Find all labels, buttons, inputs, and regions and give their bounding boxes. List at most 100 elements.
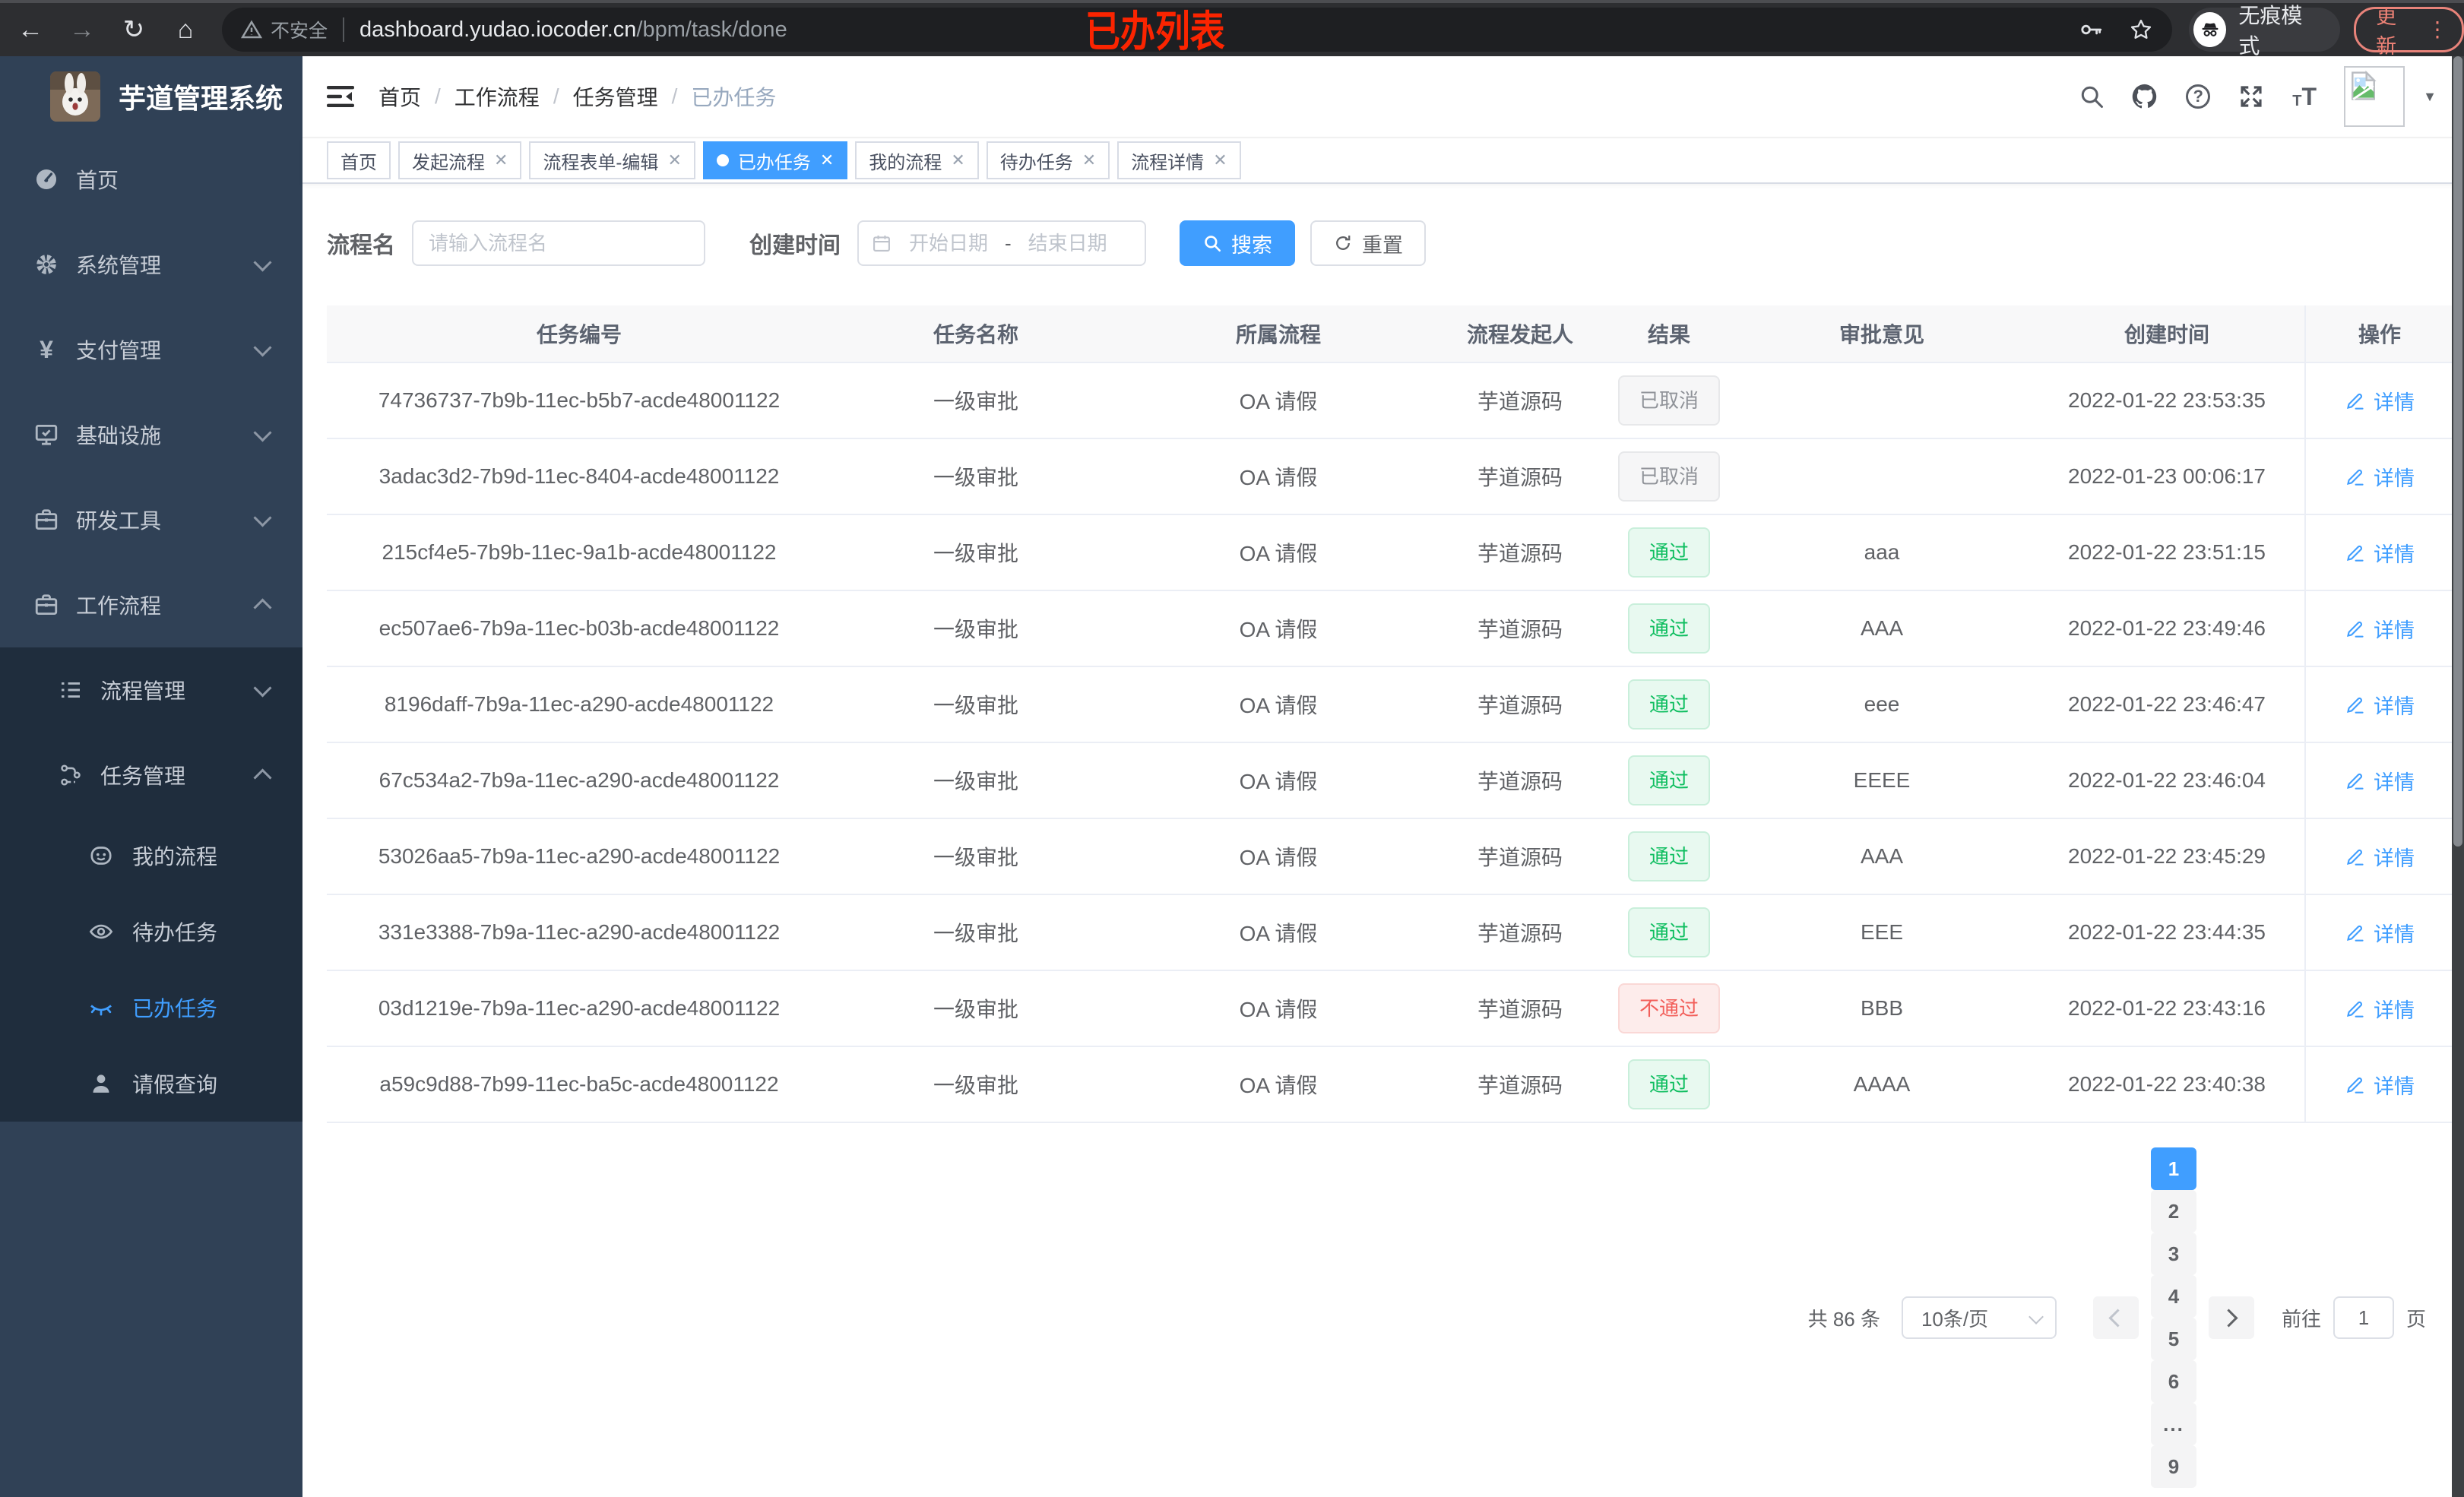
cell-opinion: aaa [1864,540,1900,564]
page-button-1[interactable]: 1 [2150,1147,2196,1190]
goto-page-input[interactable] [2333,1296,2394,1339]
detail-link[interactable]: 详情 [2345,690,2415,720]
tab-已办任务[interactable]: 已办任务 ✕ [702,141,848,179]
tab-流程表单-编辑[interactable]: 流程表单-编辑 ✕ [529,141,695,179]
browser-toolbar: ← → ↻ ⌂ 不安全 dashboard.yudao.iocoder.cn/b… [0,0,2464,58]
page-button-3[interactable]: 3 [2150,1233,2196,1275]
breadcrumb-item[interactable]: 工作流程 [454,81,540,112]
browser-menu-icon[interactable]: ⋮ [2427,19,2448,40]
address-bar[interactable]: 不安全 dashboard.yudao.iocoder.cn/bpm/task/… [222,8,2172,52]
table-row: 3adac3d2-7b9d-11ec-8404-acde48001122 一级审批… [327,438,2453,514]
table-body: 74736737-7b9b-11ec-b5b7-acde48001122 一级审批… [327,362,2453,1122]
sidebar-item-基础设施[interactable]: 基础设施 [0,392,302,477]
update-label: 更新 [2376,5,2397,58]
next-page-button[interactable] [2208,1296,2254,1339]
breadcrumb-item[interactable]: 任务管理 [573,81,658,112]
tab-close-icon[interactable]: ✕ [1082,152,1096,169]
tab-首页[interactable]: 首页 [327,141,391,179]
tab-label: 首页 [340,152,377,173]
cell-created-time: 2022-01-22 23:40:38 [2068,1072,2266,1096]
prev-page-button[interactable] [2092,1296,2139,1339]
font-size-icon[interactable]: TT [2289,81,2320,112]
date-range-picker[interactable]: - [857,220,1146,266]
tab-close-icon[interactable]: ✕ [951,152,964,169]
app-window: 芋道管理系统 首页 系统管理 ¥ 支付管理 基础设施 研发工具 工作流程 流程管理 任务管理 我的… [0,56,2464,1497]
tab-close-icon[interactable]: ✕ [1213,152,1227,169]
password-key-icon[interactable] [2078,17,2104,43]
sidebar-item-任务管理[interactable]: 任务管理 [0,733,302,818]
tab-close-icon[interactable]: ✕ [820,152,834,169]
sidebar-item-请假查询[interactable]: 请假查询 [0,1046,302,1122]
help-icon[interactable]: ? [2183,81,2213,112]
cell-result: 通过 [1604,1059,1734,1109]
sidebar-item-流程管理[interactable]: 流程管理 [0,647,302,733]
sidebar-item-我的流程[interactable]: 我的流程 [0,818,302,894]
sidebar-item-研发工具[interactable]: 研发工具 [0,477,302,562]
github-icon[interactable] [2130,81,2160,112]
column-header-审批意见: 审批意见 [1838,323,1924,347]
sidebar-item-系统管理[interactable]: 系统管理 [0,222,302,307]
detail-link[interactable]: 详情 [2345,842,2415,872]
back-icon[interactable]: ← [15,14,46,45]
app-logo[interactable]: 芋道管理系统 [0,56,302,137]
reset-button[interactable]: 重置 [1310,220,1426,266]
search-button[interactable]: 搜索 [1180,220,1295,266]
home-icon[interactable]: ⌂ [170,14,201,45]
table-row: 53026aa5-7b9a-11ec-a290-acde48001122 一级审批… [327,818,2453,894]
tab-label: 发起流程 [412,152,485,173]
page-button-6[interactable]: 6 [2150,1360,2196,1403]
sidebar-item-支付管理[interactable]: ¥ 支付管理 [0,307,302,392]
cell-opinion: AAA [1860,844,1904,868]
sidebar-item-已办任务[interactable]: 已办任务 [0,970,302,1046]
page-button-4[interactable]: 4 [2150,1275,2196,1318]
collapse-sidebar-icon[interactable] [327,84,354,109]
detail-link[interactable]: 详情 [2345,1070,2415,1100]
detail-link[interactable]: 详情 [2345,538,2415,568]
tab-我的流程[interactable]: 我的流程 ✕ [855,141,979,179]
cell-actions: 详情 [2304,1047,2453,1122]
page-scrollbar[interactable] [2452,56,2464,1497]
tab-close-icon[interactable]: ✕ [494,152,508,169]
detail-link[interactable]: 详情 [2345,766,2415,796]
page-button-2[interactable]: 2 [2150,1190,2196,1233]
breadcrumb-item: 已办任务 [691,86,777,109]
sidebar-item-待办任务[interactable]: 待办任务 [0,894,302,970]
cell-task-name: 一级审批 [933,390,1018,413]
cell-process: OA 请假 [1239,542,1318,565]
cell-task-id: 03d1219e-7b9a-11ec-a290-acde48001122 [378,996,781,1020]
avatar-dropdown-caret-icon[interactable]: ▼ [2423,89,2437,105]
sidebar-item-工作流程[interactable]: 工作流程 [0,562,302,647]
cell-task-name: 一级审批 [933,1074,1018,1097]
process-name-input[interactable] [412,220,705,266]
detail-link[interactable]: 详情 [2345,918,2415,948]
reload-icon[interactable]: ↻ [119,14,149,45]
goto-label: 前往 [2281,1307,2321,1331]
start-date-input[interactable] [898,229,999,257]
detail-link[interactable]: 详情 [2345,994,2415,1024]
page-size-select[interactable]: 10条/页 [1901,1296,2057,1339]
tab-流程详情[interactable]: 流程详情 ✕ [1117,141,1241,179]
tab-待办任务[interactable]: 待办任务 ✕ [986,141,1110,179]
browser-update-button[interactable]: 更新 ⋮ [2354,5,2464,58]
end-date-input[interactable] [1017,229,1118,257]
sidebar-item-首页[interactable]: 首页 [0,137,302,222]
detail-link[interactable]: 详情 [2345,386,2415,416]
cell-task-id: 331e3388-7b9a-11ec-a290-acde48001122 [378,920,781,944]
search-icon[interactable] [2076,81,2107,112]
user-avatar[interactable] [2344,66,2405,127]
page-button-5[interactable]: 5 [2150,1318,2196,1360]
detail-link[interactable]: 详情 [2345,614,2415,644]
page-button-9[interactable]: 9 [2150,1445,2196,1488]
column-header-任务名称: 任务名称 [933,323,1018,347]
edit-pencil-icon [2345,694,2366,715]
detail-link[interactable]: 详情 [2345,462,2415,492]
breadcrumb-item[interactable]: 首页 [378,81,421,112]
page-ellipsis[interactable]: ... [2150,1403,2196,1445]
fullscreen-icon[interactable] [2236,81,2266,112]
cell-starter: 芋道源码 [1477,922,1563,945]
tab-发起流程[interactable]: 发起流程 ✕ [398,141,522,179]
forward-icon[interactable]: → [67,14,97,45]
bookmark-star-icon[interactable] [2128,17,2154,43]
tab-close-icon[interactable]: ✕ [667,152,681,169]
scrollbar-thumb[interactable] [2453,56,2462,847]
